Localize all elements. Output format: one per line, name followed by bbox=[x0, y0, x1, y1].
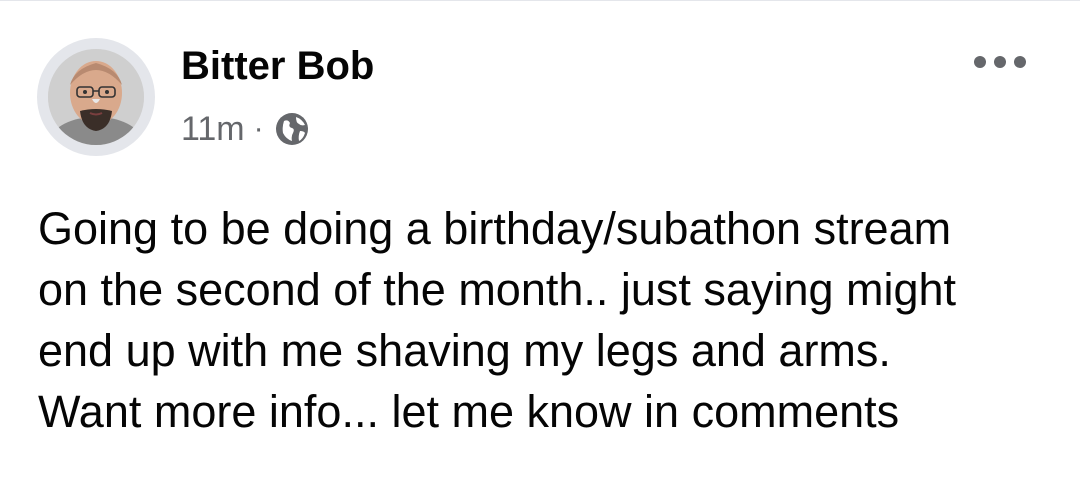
globe-icon[interactable] bbox=[274, 111, 310, 147]
post-card: Bitter Bob 11m · Going to be doing a bir… bbox=[0, 0, 1080, 486]
meta-separator: · bbox=[253, 112, 264, 145]
post-text-line: Going to be doing a birthday/subathon st… bbox=[38, 203, 952, 254]
avatar[interactable] bbox=[48, 49, 144, 145]
post-text-line: Want more info... let me know in comment… bbox=[38, 386, 900, 437]
post-meta: 11m · bbox=[181, 107, 310, 151]
post-body: Going to be doing a birthday/subathon st… bbox=[38, 198, 1048, 442]
avatar-photo-icon bbox=[48, 49, 144, 145]
more-horizontal-icon bbox=[974, 56, 1026, 68]
author-name[interactable]: Bitter Bob bbox=[181, 41, 374, 91]
post-text-line: on the second of the month.. just saying… bbox=[38, 264, 957, 315]
post-timestamp[interactable]: 11m bbox=[181, 107, 245, 151]
more-options-button[interactable] bbox=[968, 47, 1032, 77]
avatar-ring[interactable] bbox=[37, 38, 155, 156]
post-text-line: end up with me shaving my legs and arms. bbox=[38, 325, 891, 376]
